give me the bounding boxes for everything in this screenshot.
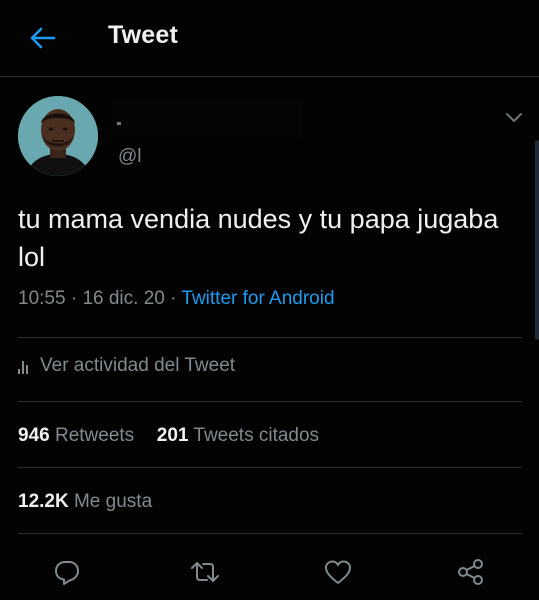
tweet-source-link[interactable]: Twitter for Android xyxy=(181,288,334,309)
avatar-image xyxy=(18,96,98,176)
tweet-time[interactable]: 10:55 xyxy=(18,288,66,309)
page-title: Tweet xyxy=(108,21,178,49)
user-handle[interactable]: @l xyxy=(118,146,142,168)
meta-separator: · xyxy=(70,288,78,309)
arrow-left-icon xyxy=(30,27,56,49)
reply-icon xyxy=(55,561,79,585)
activity-label: Ver actividad del Tweet xyxy=(40,355,236,376)
divider xyxy=(18,533,522,534)
share-button[interactable] xyxy=(455,556,487,588)
quotes-label: Tweets citados xyxy=(193,425,320,446)
like-stats: 12.2K Me gusta xyxy=(18,491,152,513)
handle-redaction xyxy=(150,140,305,170)
meta-separator: · xyxy=(170,288,177,309)
chevron-down-icon xyxy=(506,113,522,122)
divider xyxy=(18,401,522,402)
retweet-stats: 946 Retweets 201 Tweets citados xyxy=(18,425,319,447)
tweet-detail-page: Tweet @l tu mama vendia nudes y tu papa … xyxy=(0,0,539,600)
likes-stat[interactable]: 12.2K Me gusta xyxy=(18,491,152,512)
divider xyxy=(18,337,522,338)
retweet-icon xyxy=(191,562,219,582)
back-button[interactable] xyxy=(25,20,61,56)
retweet-button[interactable] xyxy=(189,556,221,588)
avatar[interactable] xyxy=(18,96,98,176)
retweets-label: Retweets xyxy=(54,425,135,446)
view-tweet-activity-button[interactable]: Ver actividad del Tweet xyxy=(18,355,235,377)
likes-count: 12.2K xyxy=(18,491,69,512)
top-bar: Tweet xyxy=(0,0,539,77)
scrollbar[interactable] xyxy=(535,140,539,340)
display-name-redacted xyxy=(112,100,302,138)
tweet-text: tu mama vendia nudes y tu papa jugaba lo… xyxy=(18,204,499,272)
share-icon xyxy=(458,559,483,585)
quote-tweets-stat[interactable]: 201 Tweets citados xyxy=(157,425,319,446)
tweet-date[interactable]: 16 dic. 20 xyxy=(82,288,164,309)
heart-icon xyxy=(325,560,351,584)
tweet-action-bar xyxy=(0,550,539,594)
tweet-meta: 10:55 · 16 dic. 20 · Twitter for Android xyxy=(18,288,335,310)
retweets-stat[interactable]: 946 Retweets xyxy=(18,425,139,446)
reply-button[interactable] xyxy=(51,556,83,588)
bar-chart-icon xyxy=(18,358,28,374)
retweets-count: 946 xyxy=(18,425,50,446)
like-button[interactable] xyxy=(322,556,354,588)
likes-label: Me gusta xyxy=(73,491,153,512)
more-options-button[interactable] xyxy=(503,106,525,128)
quotes-count: 201 xyxy=(156,425,189,446)
divider xyxy=(18,467,522,468)
